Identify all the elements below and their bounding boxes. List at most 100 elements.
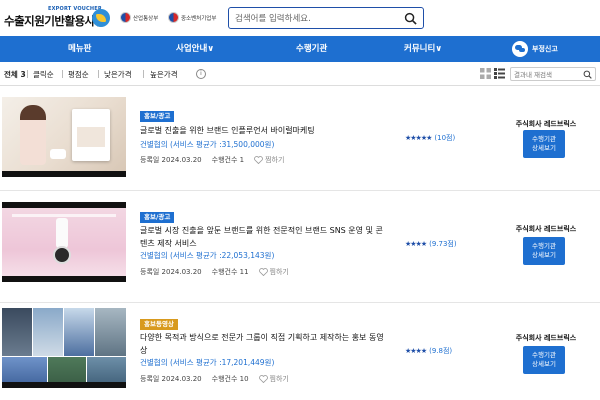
product-disc [53, 246, 71, 264]
letterbox-bar [2, 202, 126, 208]
letterbox-bar [2, 171, 126, 177]
separator [27, 70, 28, 78]
sort-low-price[interactable]: 낮은가격 [104, 69, 132, 80]
favorite-button[interactable]: 찜하기 [254, 155, 294, 165]
price-info: 건별협의 (서비스 평균가 :31,500,000원) [140, 140, 275, 149]
letterbox-bar [2, 382, 126, 388]
agency-detail-button[interactable]: 수행기관 상세보기 [523, 237, 565, 265]
price-info: 건별협의 (서비스 평균가 :17,201,449원) [140, 358, 275, 367]
inner-search-input[interactable] [514, 69, 580, 80]
favorite-button[interactable]: 찜하기 [258, 267, 299, 277]
rating: ★★★★ (9.73점) [405, 239, 457, 249]
rating-score: (9.8점) [429, 347, 453, 355]
report-label: 부정신고 [532, 45, 558, 53]
favorite-button[interactable]: 찜하기 [258, 374, 299, 384]
category-tag: 홍보동영상 [140, 319, 178, 330]
rating-stars: ★★★★★ [405, 134, 432, 142]
meta-line: 등록일 2024.03.20 수행건수 10 찜하기 [140, 374, 309, 384]
text-band [12, 214, 116, 217]
result-row: 홍보/광고 글로벌 진출을 위한 브랜드 인플루언서 바이럴마케팅 건별협의 (… [0, 86, 600, 196]
result-row: 홍보동영상 다양한 목적과 방식으로 전문가 그룹이 직접 기획하고 제작하는 … [0, 300, 600, 400]
ministry-logo-trade: 산업통상부 [120, 12, 158, 23]
meta-line: 등록일 2024.03.20 수행건수 11 찜하기 [140, 267, 309, 277]
main-nav: 메뉴판 사업안내∨ 수행기관 커뮤니티∨ 부정신고 [0, 36, 600, 62]
sort-rating[interactable]: 평점순 [68, 69, 89, 80]
total-count: 전체 3 [4, 69, 26, 80]
seller-name[interactable]: 주식회사 레드브릭스 [508, 333, 584, 343]
detail-label-1: 수행기관 [532, 135, 556, 143]
seller-name[interactable]: 주식회사 레드브릭스 [508, 224, 584, 234]
service-thumbnail[interactable] [2, 308, 126, 388]
separator [62, 70, 63, 78]
ministry-name: 중소벤처기업부 [181, 15, 217, 22]
ministry-mark-icon [168, 12, 179, 23]
logo-title: 수출지원기반활용사업 [4, 14, 105, 28]
influencer-figure [20, 105, 46, 165]
meta-line: 등록일 2024.03.20 수행건수 1 찜하기 [140, 155, 304, 165]
service-title[interactable]: 글로벌 시장 진출을 앞둔 브랜드를 위한 전문적인 브랜드 SNS 운영 및 … [140, 225, 390, 250]
nav-item-business[interactable]: 사업안내∨ [176, 36, 214, 62]
rating-stars: ★★★★ [405, 240, 427, 248]
phone-card [72, 109, 110, 161]
service-thumbnail[interactable] [2, 97, 126, 177]
grid-view-icon[interactable] [480, 68, 491, 79]
total-label: 전체 [4, 70, 18, 79]
rating-stars: ★★★★ [405, 347, 427, 355]
crowd-tile [95, 308, 126, 356]
detail-label-1: 수행기관 [532, 242, 556, 250]
separator [98, 70, 99, 78]
execution-count: 수행건수 10 [211, 375, 249, 383]
ministry-name: 산업통상부 [133, 15, 159, 22]
search-input[interactable] [235, 11, 405, 26]
city-tile [2, 308, 32, 356]
info-icon[interactable]: i [196, 69, 206, 79]
favorite-label: 찜하기 [265, 156, 285, 164]
total-number: 3 [20, 70, 26, 79]
inner-search-box [510, 67, 596, 81]
execution-count: 수행건수 11 [211, 268, 249, 276]
ministry-mark-icon [120, 12, 131, 23]
detail-label-2: 상세보기 [532, 251, 556, 259]
building-tile [64, 308, 94, 356]
heart-icon [258, 268, 268, 276]
category-tag: 홍보/광고 [140, 111, 175, 122]
favorite-label: 찜하기 [269, 268, 289, 276]
sort-high-price[interactable]: 높은가격 [150, 69, 178, 80]
rating-score: (10점) [434, 134, 456, 142]
separator [143, 70, 144, 78]
chat-bubble-icon [512, 41, 528, 57]
nav-item-menu[interactable]: 메뉴판 [68, 36, 91, 62]
search-icon[interactable] [404, 12, 417, 25]
rating: ★★★★ (9.8점) [405, 346, 452, 356]
execution-count: 수행건수 1 [211, 156, 245, 164]
agency-detail-button[interactable]: 수행기관 상세보기 [523, 346, 565, 374]
favorite-label: 찜하기 [269, 375, 289, 383]
rating: ★★★★★ (10점) [405, 133, 455, 143]
detail-label-2: 상세보기 [532, 360, 556, 368]
service-title[interactable]: 다양한 목적과 방식으로 전문가 그룹이 직접 기획하고 제작하는 홍보 동영상 [140, 332, 390, 357]
nav-item-agencies[interactable]: 수행기관 [296, 36, 327, 62]
seller-name[interactable]: 주식회사 레드브릭스 [508, 119, 584, 129]
agency-detail-button[interactable]: 수행기관 상세보기 [523, 130, 565, 158]
list-view-icon[interactable] [494, 68, 505, 79]
registered-date: 등록일 2024.03.20 [140, 268, 202, 276]
letterbox-bar [2, 276, 126, 282]
product-bottle [56, 218, 68, 248]
search-icon[interactable] [583, 70, 592, 79]
sort-clicks[interactable]: 클릭순 [33, 69, 54, 80]
windmill-tile [33, 308, 63, 356]
cup-shape [50, 149, 66, 159]
result-row: 홍보/광고 글로벌 시장 진출을 앞둔 브랜드를 위한 전문적인 브랜드 SNS… [0, 191, 600, 303]
search-box [228, 7, 424, 29]
service-title[interactable]: 글로벌 진출을 위한 브랜드 인플루언서 바이럴마케팅 [140, 125, 390, 138]
service-thumbnail[interactable] [2, 202, 126, 282]
nav-item-community[interactable]: 커뮤니티∨ [404, 36, 442, 62]
rating-score: (9.73점) [429, 240, 457, 248]
registered-date: 등록일 2024.03.20 [140, 156, 202, 164]
detail-label-2: 상세보기 [532, 144, 556, 152]
detail-label-1: 수행기관 [532, 351, 556, 359]
category-tag: 홍보/광고 [140, 212, 175, 223]
filter-bar: 전체 3 클릭순 평점순 낮은가격 높은가격 i [0, 62, 600, 86]
ministry-logo-sme: 중소벤처기업부 [168, 12, 216, 23]
report-button[interactable]: 부정신고 [512, 39, 558, 59]
